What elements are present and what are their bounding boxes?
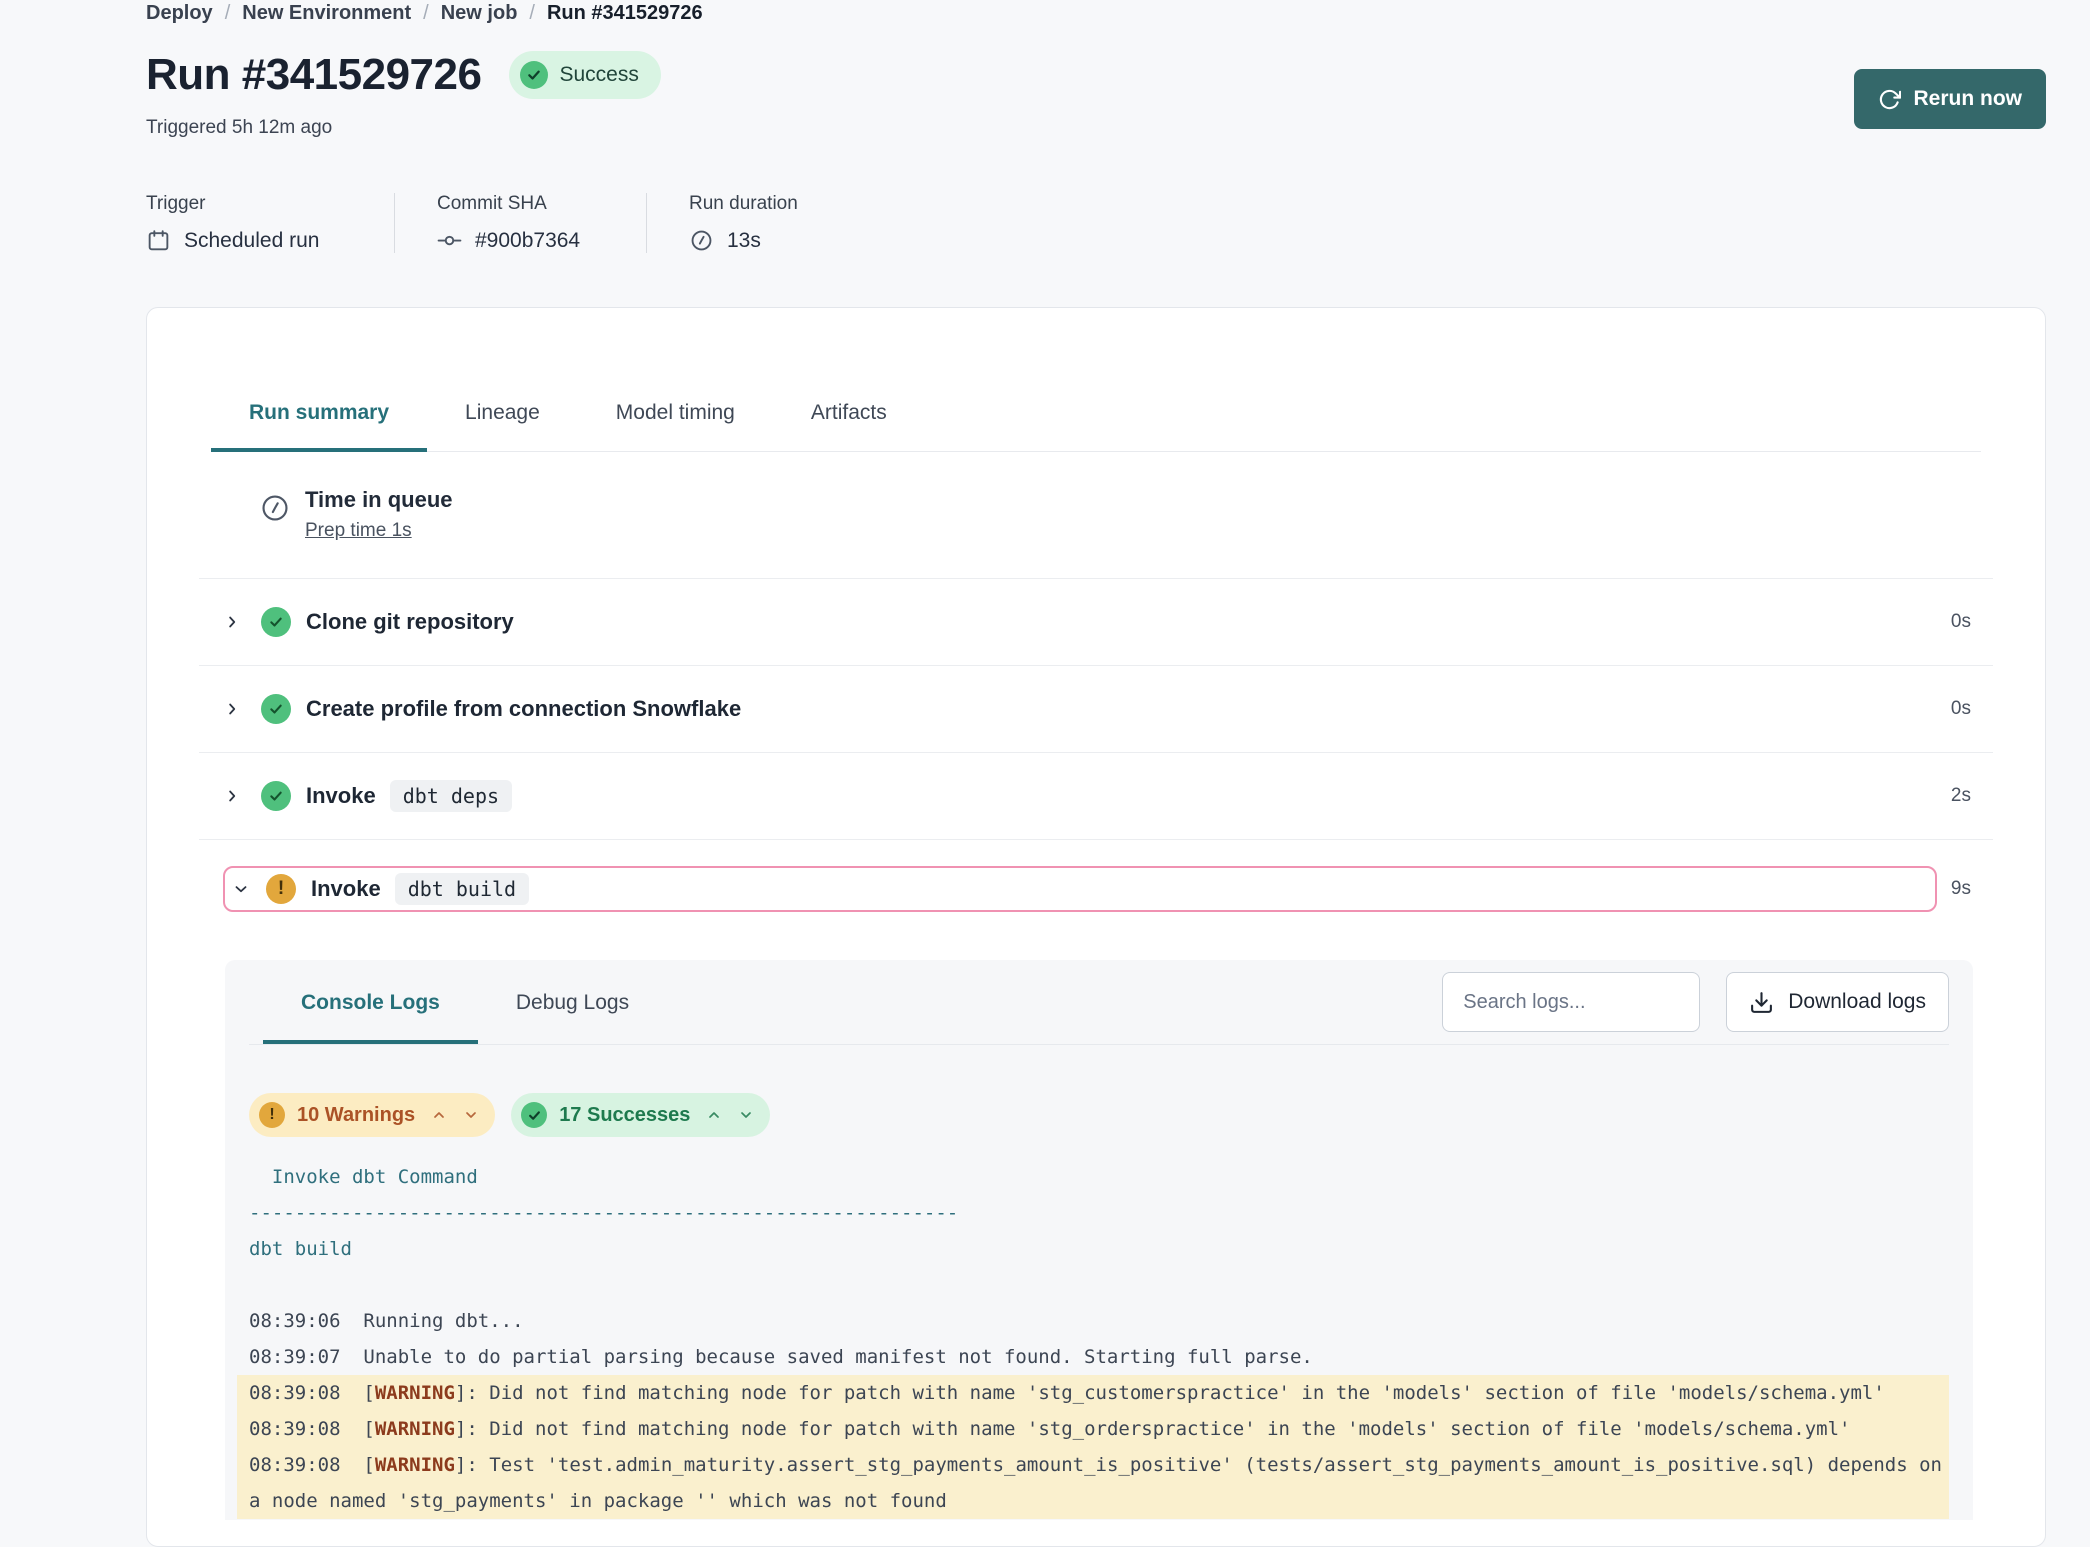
download-logs-button[interactable]: Download logs <box>1726 972 1949 1032</box>
chevron-down-icon <box>232 880 250 898</box>
breadcrumb-item-deploy[interactable]: Deploy <box>146 2 213 25</box>
download-icon <box>1749 990 1774 1015</box>
step-row-dbt-build[interactable]: ! Invoke dbt build <box>223 866 1937 912</box>
trigger-label: Trigger <box>146 193 364 215</box>
tab-debug-logs[interactable]: Debug Logs <box>478 960 667 1044</box>
chevron-right-icon <box>223 700 241 718</box>
search-logs-input[interactable] <box>1442 972 1700 1032</box>
log-line: 08:39:08 [WARNING]: Did not find matchin… <box>237 1411 1949 1447</box>
tab-model-timing[interactable]: Model timing <box>578 400 773 452</box>
step-row-dbt-build-wrapper: ! Invoke dbt build 9s <box>199 839 1993 912</box>
log-line: 08:39:07 Unable to do partial parsing be… <box>249 1339 1949 1375</box>
rerun-now-button[interactable]: Rerun now <box>1854 69 2047 129</box>
tab-console-logs[interactable]: Console Logs <box>263 960 478 1044</box>
clock-icon <box>689 228 714 253</box>
chevron-right-icon <box>223 787 241 805</box>
log-line: dbt build <box>249 1231 1949 1267</box>
success-check-icon <box>261 694 291 724</box>
step-duration: 0s <box>1951 611 1993 633</box>
step-list: Clone git repository 0s Create profile f… <box>199 578 1993 912</box>
log-lines: Invoke dbt Command----------------------… <box>249 1159 1949 1519</box>
warnings-badge[interactable]: ! 10 Warnings <box>249 1093 495 1137</box>
step-command-chip: dbt build <box>395 873 529 905</box>
step-title: Invoke <box>306 783 376 809</box>
git-commit-icon <box>437 228 462 253</box>
chevron-down-icon[interactable] <box>463 1107 479 1123</box>
warning-icon: ! <box>266 874 296 904</box>
step-duration: 9s <box>1951 878 1993 900</box>
chevron-down-icon[interactable] <box>738 1107 754 1123</box>
run-duration-label: Run duration <box>689 193 798 215</box>
warnings-badge-label: 10 Warnings <box>297 1104 415 1127</box>
commit-sha-label: Commit SHA <box>437 193 616 215</box>
step-row-dbt-deps[interactable]: Invoke dbt deps 2s <box>199 752 1993 839</box>
meta-commit: Commit SHA #900b7364 <box>394 193 646 253</box>
tab-artifacts[interactable]: Artifacts <box>773 400 925 452</box>
page-header: Deploy / New Environment / New job / Run… <box>0 0 2090 139</box>
commit-sha-value: #900b7364 <box>475 229 580 253</box>
page-title: Run #341529726 <box>146 49 481 101</box>
check-icon <box>520 61 548 89</box>
time-in-queue: Time in queue Prep time 1s <box>259 486 1981 542</box>
success-check-icon <box>261 781 291 811</box>
check-icon <box>521 1102 547 1128</box>
clock-icon <box>259 492 291 542</box>
log-line: 08:39:08 [WARNING]: Did not find matchin… <box>237 1375 1949 1411</box>
log-line: ----------------------------------------… <box>249 1195 1949 1231</box>
tab-run-summary[interactable]: Run summary <box>211 400 427 452</box>
time-in-queue-title: Time in queue <box>305 486 453 514</box>
run-meta: Trigger Scheduled run Commit SHA #900b73… <box>146 193 2090 253</box>
trigger-value: Scheduled run <box>184 229 319 253</box>
tab-lineage[interactable]: Lineage <box>427 400 578 452</box>
breadcrumb-separator: / <box>225 2 231 25</box>
refresh-icon <box>1878 88 1901 111</box>
breadcrumb-item-job[interactable]: New job <box>441 2 518 25</box>
run-duration-value: 13s <box>727 229 761 253</box>
breadcrumb-separator: / <box>423 2 429 25</box>
warning-icon: ! <box>259 1102 285 1128</box>
log-panel: Console Logs Debug Logs Download logs ! … <box>225 960 1973 1520</box>
step-title: Invoke <box>311 876 381 902</box>
log-line <box>249 1267 1949 1303</box>
run-tabs: Run summary Lineage Model timing Artifac… <box>211 308 1981 452</box>
meta-trigger: Trigger Scheduled run <box>146 193 394 253</box>
breadcrumb-separator: / <box>529 2 535 25</box>
breadcrumb-item-environment[interactable]: New Environment <box>242 2 411 25</box>
triggered-text: Triggered 5h 12m ago <box>146 117 2046 139</box>
log-line: 08:39:06 Running dbt... <box>249 1303 1949 1339</box>
chevron-right-icon <box>223 613 241 631</box>
log-filter-badges: ! 10 Warnings 17 Successes <box>249 1093 1949 1137</box>
run-detail-card: Run summary Lineage Model timing Artifac… <box>146 307 2046 1547</box>
breadcrumb: Deploy / New Environment / New job / Run… <box>146 2 2046 25</box>
step-duration: 2s <box>1951 785 1993 807</box>
calendar-icon <box>146 228 171 253</box>
successes-badge[interactable]: 17 Successes <box>511 1093 770 1137</box>
step-duration: 0s <box>1951 698 1993 720</box>
success-check-icon <box>261 607 291 637</box>
chevron-up-icon[interactable] <box>431 1107 447 1123</box>
chevron-up-icon[interactable] <box>706 1107 722 1123</box>
breadcrumb-item-run: Run #341529726 <box>547 2 703 25</box>
log-line: Invoke dbt Command <box>249 1159 1949 1195</box>
step-title: Clone git repository <box>306 609 514 635</box>
status-badge-label: Success <box>559 63 638 87</box>
log-header: Console Logs Debug Logs Download logs <box>249 960 1949 1045</box>
step-command-chip: dbt deps <box>390 780 512 812</box>
step-row-clone-git[interactable]: Clone git repository 0s <box>199 578 1993 665</box>
download-logs-label: Download logs <box>1788 990 1926 1014</box>
step-title: Create profile from connection Snowflake <box>306 696 741 722</box>
rerun-now-label: Rerun now <box>1914 87 2023 111</box>
status-badge: Success <box>509 51 660 99</box>
prep-time-link[interactable]: Prep time 1s <box>305 520 412 542</box>
successes-badge-label: 17 Successes <box>559 1104 690 1127</box>
log-line: 08:39:08 [WARNING]: Test 'test.admin_mat… <box>237 1447 1949 1519</box>
meta-duration: Run duration 13s <box>646 193 828 253</box>
step-row-create-profile[interactable]: Create profile from connection Snowflake… <box>199 665 1993 752</box>
